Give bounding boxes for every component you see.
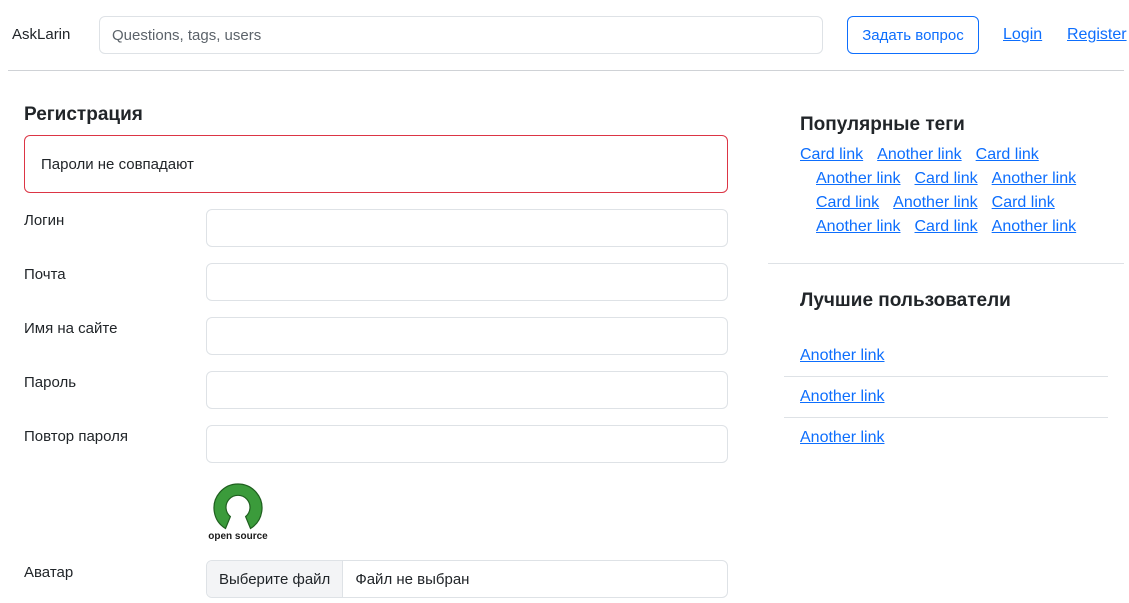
password-repeat-input[interactable]: [206, 425, 728, 463]
tag-row: Card link Another link Card link: [816, 194, 1069, 212]
register-link[interactable]: Register: [1067, 26, 1127, 44]
tag-link[interactable]: Card link: [816, 194, 879, 211]
user-link[interactable]: Another link: [800, 388, 885, 406]
open-source-logo-text: open source: [208, 531, 268, 542]
tag-link[interactable]: Another link: [992, 218, 1077, 235]
popular-tags-title: Популярные теги: [800, 114, 965, 135]
password-label: Пароль: [24, 374, 77, 391]
sidebar-divider: [768, 263, 1124, 264]
error-alert-text: Пароли не совпадают: [41, 155, 194, 173]
tag-link[interactable]: Another link: [992, 170, 1077, 187]
tag-row: Another link Card link Another link: [816, 218, 1090, 236]
login-link[interactable]: Login: [1003, 26, 1042, 44]
tag-link[interactable]: Card link: [992, 194, 1055, 211]
error-alert: Пароли не совпадают: [24, 135, 728, 193]
avatar-label: Аватар: [24, 564, 74, 581]
tag-link[interactable]: Card link: [976, 146, 1039, 163]
login-label: Логин: [24, 212, 65, 229]
page-title: Регистрация: [24, 104, 143, 125]
choose-file-button[interactable]: Выберите файл: [207, 561, 344, 597]
nickname-input[interactable]: [206, 317, 728, 355]
header-divider: [8, 70, 1124, 71]
password-input[interactable]: [206, 371, 728, 409]
best-users-title: Лучшие пользователи: [800, 290, 1011, 311]
user-link[interactable]: Another link: [800, 429, 885, 447]
email-input[interactable]: [206, 263, 728, 301]
avatar-file-input[interactable]: Выберите файл Файл не выбран: [206, 560, 728, 598]
tag-link[interactable]: Card link: [915, 170, 978, 187]
tag-link[interactable]: Another link: [893, 194, 978, 211]
password-repeat-label: Повтор пароля: [24, 428, 129, 445]
tag-link[interactable]: Another link: [816, 218, 901, 235]
search-input[interactable]: [99, 16, 823, 54]
login-input[interactable]: [206, 209, 728, 247]
brand-logo-text[interactable]: AskLarin: [12, 26, 70, 43]
open-source-logo-icon: open source: [208, 483, 268, 542]
tag-row: Another link Card link Another link: [816, 170, 1090, 188]
file-status-text: Файл не выбран: [355, 570, 470, 588]
tag-row: Card link Another link Card link: [800, 146, 1053, 164]
tag-link[interactable]: Card link: [800, 146, 863, 163]
tag-link[interactable]: Another link: [816, 170, 901, 187]
tag-link[interactable]: Card link: [915, 218, 978, 235]
user-divider: [784, 417, 1108, 418]
ask-question-button[interactable]: Задать вопрос: [847, 16, 979, 54]
nickname-label: Имя на сайте: [24, 320, 118, 337]
user-divider: [784, 376, 1108, 377]
tag-link[interactable]: Another link: [877, 146, 962, 163]
user-link[interactable]: Another link: [800, 347, 885, 365]
email-label: Почта: [24, 266, 66, 283]
